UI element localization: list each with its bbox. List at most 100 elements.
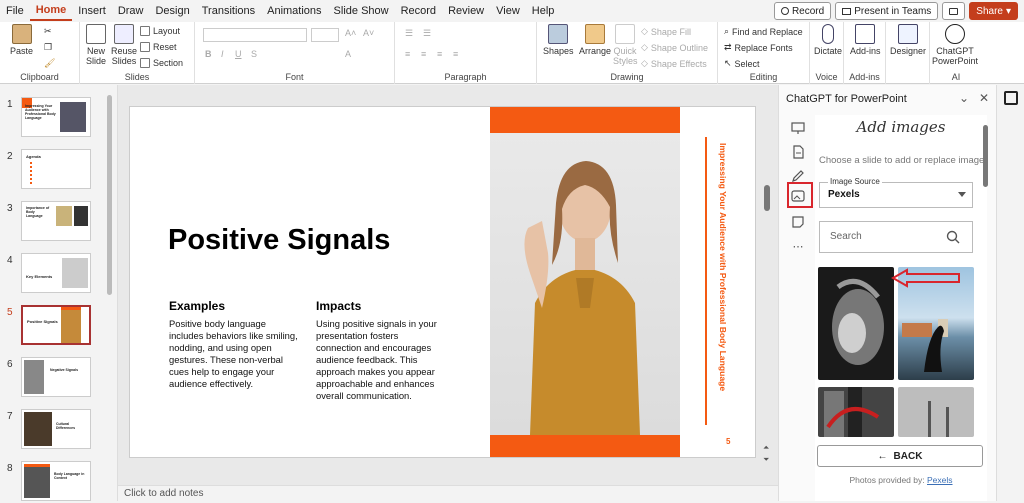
font-size-select[interactable] — [311, 28, 339, 42]
addin-pane-icon[interactable] — [1004, 91, 1018, 105]
tab-transitions[interactable]: Transitions — [196, 0, 261, 22]
chatgpt-icon — [945, 24, 965, 44]
tab-review[interactable]: Review — [442, 0, 490, 22]
addins-button[interactable]: Add-ins — [850, 24, 881, 56]
thumbnail-8[interactable]: 8 Body Language in Context — [0, 461, 116, 503]
shape-effects-label: Shape Effects — [650, 58, 707, 69]
designer-button[interactable]: Designer — [890, 24, 926, 56]
editor-scrollbar[interactable] — [764, 185, 770, 211]
image-search-input[interactable]: Search — [819, 221, 973, 253]
replace-fonts-button[interactable]: ⇄ Replace Fonts — [724, 42, 793, 53]
copy-icon[interactable]: ❐ — [44, 42, 52, 53]
font-family-select[interactable] — [203, 28, 307, 42]
select-button[interactable]: ↖ Select — [724, 58, 760, 69]
chevron-down-icon[interactable]: ⌄ — [959, 91, 969, 105]
image-result-4[interactable] — [898, 387, 974, 437]
presentation-icon[interactable] — [789, 119, 807, 137]
grow-font-icon[interactable]: A˄ — [345, 28, 356, 38]
thumbnail-5[interactable]: 5 Positive Signals — [0, 305, 116, 347]
shrink-font-icon[interactable]: A˅ — [363, 28, 374, 38]
bullets-icon[interactable]: ☰ — [405, 28, 413, 39]
align-right-icon[interactable]: ≡ — [437, 49, 442, 59]
chatgpt-button[interactable]: ChatGPT PowerPoint — [932, 24, 978, 66]
pane-scrollbar[interactable] — [983, 125, 988, 187]
tab-design[interactable]: Design — [149, 0, 195, 22]
underline-icon[interactable]: U — [235, 49, 242, 59]
image-result-1[interactable] — [818, 267, 894, 380]
align-center-icon[interactable]: ≡ — [421, 49, 426, 59]
woman-photo[interactable] — [490, 133, 680, 435]
shape-effects-button[interactable]: ◇ Shape Effects — [641, 58, 707, 69]
section-button[interactable]: Section — [140, 58, 183, 68]
layout-button[interactable]: Layout — [140, 26, 180, 36]
vertical-subtitle[interactable]: Impressing Your Audience with Profession… — [718, 143, 728, 391]
document-add-icon[interactable] — [789, 143, 807, 161]
image-icon[interactable] — [789, 187, 807, 205]
impacts-heading[interactable]: Impacts — [316, 299, 361, 313]
slide-editor: Positive Signals Examples Positive body … — [118, 85, 778, 485]
thumbnail-7[interactable]: 7 Cultural Differences — [0, 409, 116, 451]
record-button[interactable]: Record — [773, 2, 832, 20]
shape-fill-button[interactable]: ◇ Shape Fill — [641, 26, 691, 37]
numbering-icon[interactable]: ☰ — [423, 28, 431, 39]
tab-record[interactable]: Record — [395, 0, 442, 22]
thumbnail-3[interactable]: 3 Importance of Body Language — [0, 201, 116, 243]
notes-area[interactable]: Click to add notes — [118, 485, 778, 501]
bold-icon[interactable]: B — [205, 49, 212, 59]
tab-slide-show[interactable]: Slide Show — [328, 0, 395, 22]
cut-icon[interactable]: ✂ — [44, 26, 52, 37]
note-icon[interactable] — [789, 213, 807, 231]
share-button[interactable]: Share ▾ — [969, 2, 1018, 20]
close-icon[interactable]: ✕ — [979, 91, 989, 105]
thumbnail-6[interactable]: 6 Negative Signals — [0, 357, 116, 399]
thumbnails-scrollbar[interactable] — [107, 95, 112, 295]
tab-view[interactable]: View — [490, 0, 526, 22]
slides-group: New Slide Reuse Slides Layout Reset Sect… — [80, 22, 195, 84]
slide-title[interactable]: Positive Signals — [168, 224, 390, 257]
prev-slide-icon[interactable]: ⏶ — [763, 443, 769, 453]
new-slide-button[interactable]: New Slide — [83, 24, 109, 66]
tab-home[interactable]: Home — [29, 1, 73, 21]
reuse-slides-button[interactable]: Reuse Slides — [111, 24, 137, 66]
italic-icon[interactable]: I — [221, 49, 224, 59]
pexels-link[interactable]: Pexels — [927, 475, 953, 485]
font-color-icon[interactable]: A — [345, 49, 351, 59]
addins-group: Add-ins Add-ins — [844, 22, 886, 84]
format-painter-icon[interactable]: 🖌 — [44, 58, 55, 69]
examples-heading[interactable]: Examples — [169, 299, 225, 313]
back-button[interactable]: ← BACK — [817, 445, 983, 467]
impacts-text[interactable]: Using positive signals in your presentat… — [316, 318, 446, 402]
current-slide[interactable]: Positive Signals Examples Positive body … — [129, 106, 756, 458]
back-label: BACK — [893, 450, 923, 462]
image-source-select[interactable]: Image Source Pexels — [819, 177, 973, 208]
align-left-icon[interactable]: ≡ — [405, 49, 410, 59]
search-icon[interactable] — [946, 230, 960, 244]
strikethrough-icon[interactable]: S — [251, 49, 257, 59]
quick-styles-button[interactable]: Quick Styles — [613, 24, 638, 66]
thumbnail-number: 2 — [7, 151, 13, 162]
tab-draw[interactable]: Draw — [112, 0, 150, 22]
tab-file[interactable]: File — [0, 0, 30, 22]
more-icon[interactable]: ⋯ — [789, 237, 807, 255]
comments-button[interactable] — [942, 2, 966, 20]
thumbnail-2[interactable]: 2 Agenda — [0, 149, 116, 191]
justify-icon[interactable]: ≡ — [453, 49, 458, 59]
shapes-button[interactable]: Shapes — [543, 24, 574, 56]
present-in-teams-button[interactable]: Present in Teams — [835, 2, 939, 20]
dictate-button[interactable]: Dictate — [814, 24, 842, 56]
thumbnail-4[interactable]: 4 Key Elements — [0, 253, 116, 295]
shape-outline-button[interactable]: ◇ Shape Outline — [641, 42, 708, 53]
image-result-3[interactable] — [818, 387, 894, 437]
next-slide-icon[interactable]: ⏷ — [763, 455, 769, 465]
reset-button[interactable]: Reset — [140, 42, 177, 52]
tab-insert[interactable]: Insert — [72, 0, 112, 22]
thumbnail-1[interactable]: 1 Impressing Your Audience with Professi… — [0, 97, 116, 139]
tab-animations[interactable]: Animations — [261, 0, 327, 22]
paste-button[interactable]: Paste — [10, 24, 33, 56]
examples-text[interactable]: Positive body language includes behavior… — [169, 318, 299, 390]
tab-help[interactable]: Help — [526, 0, 561, 22]
thumbnail-text: Cultural Differences — [56, 422, 76, 430]
slides-label: Slides — [124, 72, 150, 82]
arrange-button[interactable]: Arrange — [579, 24, 611, 56]
find-replace-button[interactable]: ⌕ Find and Replace — [724, 26, 803, 37]
